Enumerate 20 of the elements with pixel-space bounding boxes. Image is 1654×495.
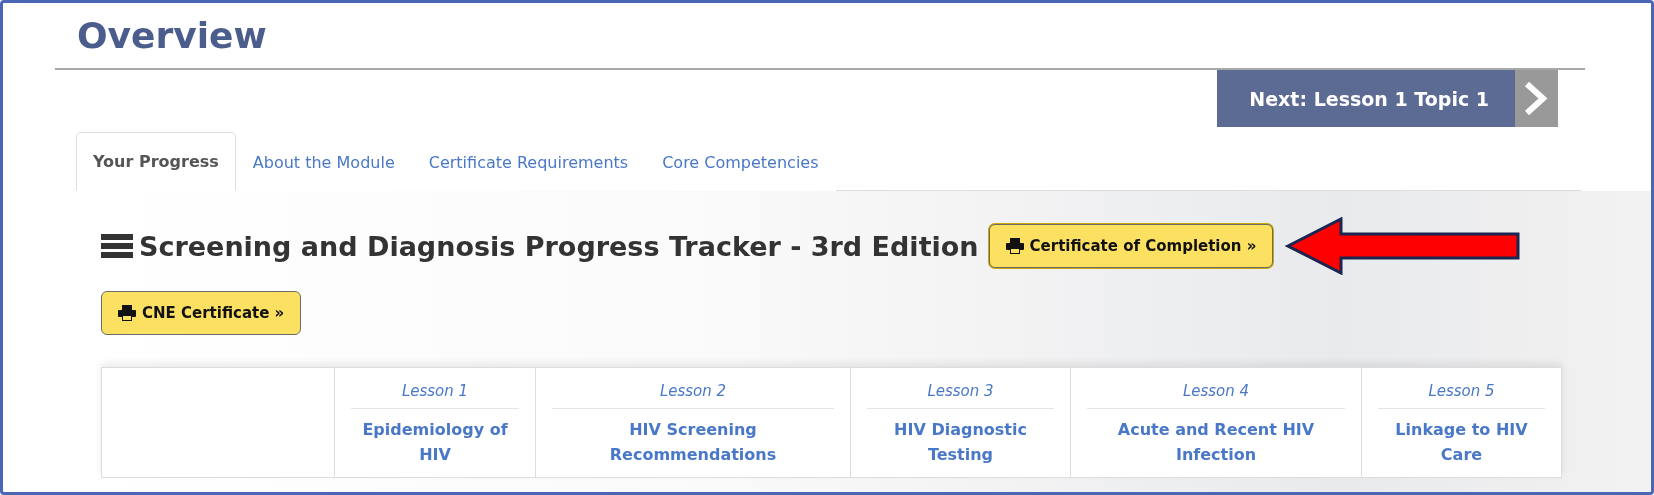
- tab[interactable]: Your Progress: [76, 132, 236, 191]
- lesson-number-link[interactable]: Lesson 2: [552, 382, 834, 409]
- next-button[interactable]: Next: Lesson 1 Topic 1: [1217, 70, 1558, 127]
- printer-icon: [1005, 238, 1024, 254]
- lesson-title-link[interactable]: Linkage to HIV Care: [1378, 417, 1545, 467]
- certificate-button[interactable]: CNE Certificate »: [101, 291, 302, 335]
- lesson-title-link[interactable]: Acute and Recent HIV Infection: [1087, 417, 1345, 467]
- lesson-number-link[interactable]: Lesson 4: [1087, 382, 1345, 409]
- lesson-number-link[interactable]: Lesson 1: [351, 382, 519, 409]
- tracker-icon: [101, 234, 133, 258]
- lesson-title-link[interactable]: Epidemiology of HIV: [351, 417, 519, 467]
- tracker-title: Screening and Diagnosis Progress Tracker - 3rd Edition: [139, 230, 979, 262]
- printer-icon: [118, 305, 136, 321]
- page-title: Overview: [77, 15, 267, 56]
- certificate-button[interactable]: Certificate of Completion »: [988, 224, 1274, 268]
- lesson-title-link[interactable]: HIV Diagnostic Testing: [867, 417, 1054, 467]
- lesson-title-link[interactable]: HIV Screening Recommendations: [552, 417, 834, 467]
- lesson-number-link[interactable]: Lesson 3: [867, 382, 1054, 409]
- lesson-number-link[interactable]: Lesson 5: [1378, 382, 1545, 409]
- chevron-right-icon: [1515, 70, 1558, 127]
